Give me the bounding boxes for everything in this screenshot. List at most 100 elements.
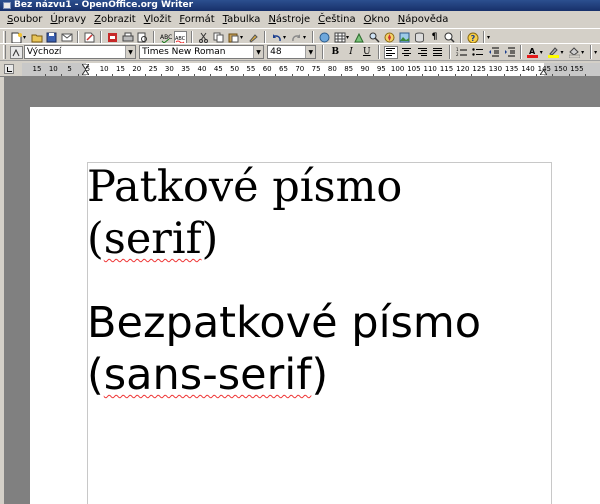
menu-accelerator: N	[268, 14, 276, 25]
justify-button[interactable]	[431, 46, 445, 59]
ruler-label: 70	[295, 65, 305, 73]
ruler-label: 35	[181, 65, 191, 73]
serif-heading-line-2[interactable]: (serif)	[87, 215, 218, 263]
ruler-label: 45	[213, 65, 223, 73]
paragraph-style-select[interactable]: Výchozí ▼	[23, 45, 137, 59]
ruler-label: 60	[262, 65, 272, 73]
chevron-down-icon[interactable]: ▼	[305, 46, 316, 58]
underline-button[interactable]: U	[360, 46, 374, 59]
ruler-label: 5	[67, 65, 72, 73]
align-center-button[interactable]	[400, 46, 414, 59]
menu-item-8[interactable]: Okno	[360, 11, 394, 28]
font-size-select[interactable]: 48 ▼	[267, 45, 317, 59]
bold-button[interactable]: B	[328, 46, 342, 59]
menu-item-3[interactable]: Vložit	[140, 11, 176, 28]
tab-stop-selector[interactable]	[4, 64, 14, 74]
ruler-label: 30	[164, 65, 174, 73]
menu-label: ormát	[184, 14, 215, 25]
document-page[interactable]: Patkové písmo (serif) Bezpatkové písmo (…	[30, 107, 600, 504]
ruler-tick	[519, 74, 521, 76]
paren-open: (	[87, 214, 104, 264]
menu-accelerator: Ú	[50, 14, 58, 25]
menu-label: eština	[325, 14, 356, 25]
font-name-select[interactable]: Times New Roman ▼	[139, 45, 265, 59]
ruler-label: 125	[472, 65, 486, 73]
menu-item-6[interactable]: Nástroje	[264, 11, 314, 28]
ruler-label: 135	[505, 65, 519, 73]
toolbar-separator	[322, 45, 325, 59]
menu-item-9[interactable]: Nápověda	[394, 11, 453, 28]
menu-label: oubor	[13, 14, 43, 25]
background-color-button[interactable]	[567, 46, 581, 59]
ruler-label: 150	[553, 65, 568, 73]
ruler-tick	[389, 74, 391, 76]
decrease-indent-button[interactable]	[486, 46, 500, 59]
ruler-label: 15	[32, 65, 42, 73]
app-icon	[3, 2, 11, 9]
menu-item-2[interactable]: Zobrazit	[90, 11, 140, 28]
ruler-label: 100	[390, 65, 405, 73]
menu-item-7[interactable]: Čeština	[314, 11, 360, 28]
align-left-button[interactable]	[383, 45, 398, 59]
ruler-tick	[144, 74, 146, 76]
italic-button[interactable]: I	[344, 46, 358, 59]
ruler-tick	[226, 74, 228, 76]
toolbar-separator	[590, 45, 593, 59]
chevron-down-icon[interactable]: ▼	[253, 46, 264, 58]
ruler-label: 80	[327, 65, 337, 73]
paren-close: )	[201, 214, 219, 264]
ruler-label: 105	[407, 65, 421, 73]
serif-word-misspelled[interactable]: serif	[104, 214, 202, 264]
bullets-button[interactable]	[471, 46, 485, 59]
background-color-dropdown-icon[interactable]: ▾	[581, 46, 586, 59]
paragraph-style-value: Výchozí	[26, 47, 62, 57]
ruler-label: 85	[344, 65, 354, 73]
ruler-label: 75	[311, 65, 321, 73]
ruler-tick	[45, 74, 47, 76]
ruler-tick	[275, 74, 277, 76]
increase-indent-button[interactable]	[502, 46, 516, 59]
toolbar-separator	[377, 45, 380, 59]
ruler-tick	[307, 74, 309, 76]
align-right-icon	[417, 48, 427, 56]
highlighting-button[interactable]	[547, 46, 561, 59]
toolbar-grip[interactable]	[3, 45, 6, 59]
font-color-button[interactable]: A	[526, 46, 540, 59]
ruler-label: 10	[99, 65, 109, 73]
chevron-down-icon[interactable]: ▼	[125, 46, 136, 58]
ruler-label: 50	[230, 65, 240, 73]
ruler-tick	[210, 74, 212, 76]
sans-heading-line-1[interactable]: Bezpatkové písmo	[87, 299, 481, 347]
svg-text:2: 2	[456, 52, 459, 57]
ruler-tick	[61, 74, 63, 76]
numbering-button[interactable]: 12	[455, 46, 469, 59]
menu-item-4[interactable]: Formát	[175, 11, 218, 28]
ruler-tick	[568, 74, 570, 76]
align-right-button[interactable]	[415, 46, 429, 59]
svg-text:A: A	[529, 47, 536, 56]
sans-serif-word-misspelled[interactable]: sans-serif	[104, 350, 312, 400]
serif-heading-line-1[interactable]: Patkové písmo	[87, 163, 402, 211]
font-color-dropdown-icon[interactable]: ▾	[540, 46, 545, 59]
menu-item-0[interactable]: Soubor	[3, 11, 46, 28]
ruler-tick	[96, 74, 98, 76]
ruler-tick	[438, 74, 440, 76]
menu-accelerator: O	[363, 14, 372, 25]
workspace-left-edge	[0, 77, 4, 504]
ruler-tick	[177, 74, 179, 76]
ruler-tick	[161, 74, 163, 76]
styles-formatting-icon[interactable]	[9, 45, 23, 59]
serif-text: Patkové písmo	[87, 162, 403, 212]
document-workspace[interactable]: Patkové písmo (serif) Bezpatkové písmo (…	[0, 77, 600, 504]
menu-label: pravy	[57, 14, 87, 25]
highlighting-dropdown-icon[interactable]: ▾	[560, 46, 565, 59]
toolbar-options-icon[interactable]: ▾	[594, 46, 599, 59]
ruler-tick	[552, 74, 554, 76]
menu-item-5[interactable]: Tabulka	[219, 11, 265, 28]
ruler-tick	[503, 74, 505, 76]
horizontal-ruler[interactable]: 15 10 5 5 10 15 20 25 30 35 40 45 50 55 60 65 70 75 80 85 90…	[22, 63, 600, 76]
ruler-label: 55	[246, 65, 256, 73]
sans-heading-line-2[interactable]: (sans-serif)	[87, 351, 328, 399]
menu-label: ápověda	[405, 14, 449, 25]
menu-item-1[interactable]: Úpravy	[46, 11, 90, 28]
